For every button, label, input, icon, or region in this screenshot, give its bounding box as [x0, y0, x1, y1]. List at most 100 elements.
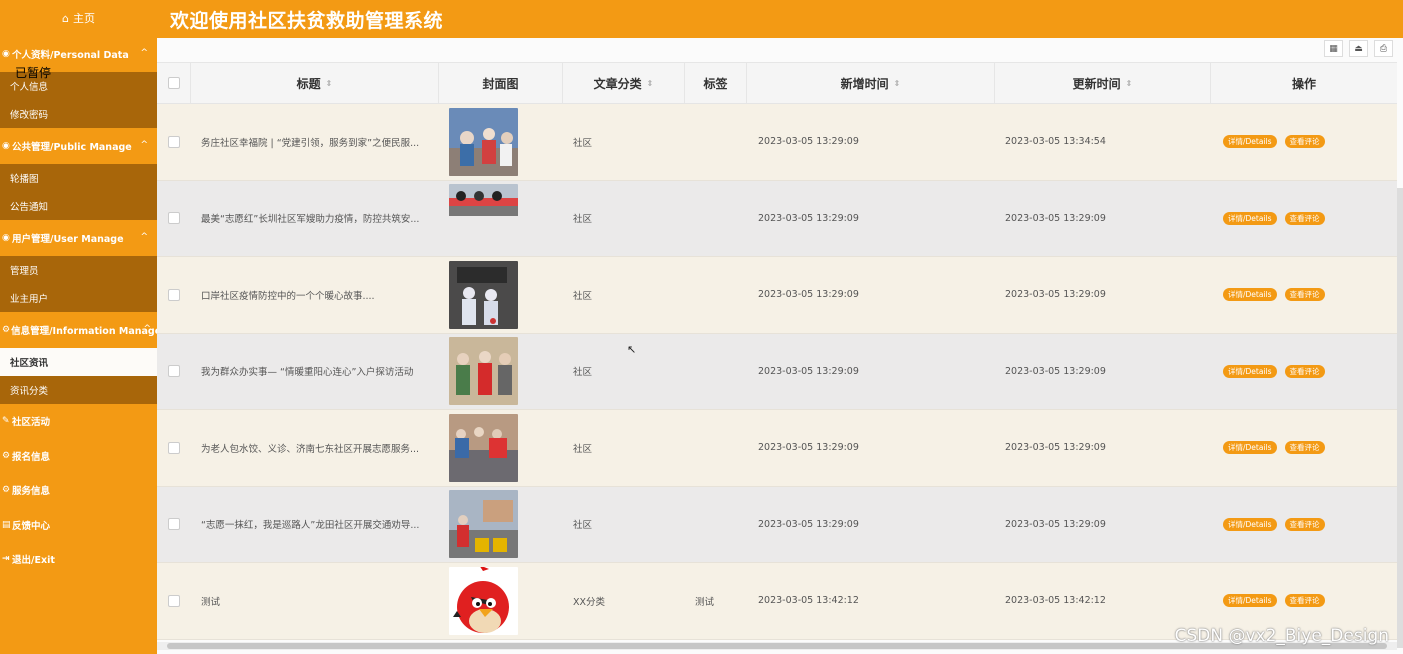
- sidebar-item-registration[interactable]: ⚙ 报名信息: [0, 439, 157, 474]
- row-checkbox[interactable]: [168, 441, 180, 454]
- cover-image: [449, 107, 518, 176]
- sidebar-item-activities[interactable]: ✎ 社区活动: [0, 404, 157, 439]
- table-row[interactable]: “志愿一抹红，我是巡路人”龙田社区开展交通劝导... 社区 2023-03-05 1…: [157, 486, 1397, 563]
- details-button[interactable]: 详情/Details: [1223, 441, 1277, 455]
- row-cover: [439, 563, 563, 639]
- row-checkbox[interactable]: [168, 288, 180, 301]
- cover-image: [449, 490, 518, 559]
- sidebar-item-carousel[interactable]: 轮播图: [0, 164, 157, 192]
- row-created-time: 2023-03-05 13:29:09: [758, 289, 859, 301]
- col-updated[interactable]: 更新时间 ⇕: [995, 63, 1211, 103]
- table-row[interactable]: 口岸社区疫情防控中的一个个暖心故事.... 社区 2023-03-05 13:29:…: [157, 257, 1397, 334]
- row-check-cell: [157, 563, 191, 639]
- col-tag: 标签: [685, 63, 747, 103]
- row-actions: 详情/Details 查看评论: [1211, 487, 1397, 563]
- export-icon[interactable]: ⏏: [1349, 40, 1368, 57]
- col-cover: 封面图: [439, 63, 563, 103]
- row-checkbox[interactable]: [168, 135, 180, 148]
- details-button[interactable]: 详情/Details: [1223, 135, 1277, 149]
- table-row[interactable]: 最美“志愿红”长圳社区军嫂助力疫情，防控共筑安... 社区 2023-03-05 1…: [157, 180, 1397, 257]
- row-category: 社区: [573, 290, 593, 302]
- row-check-cell: [157, 487, 191, 563]
- details-button[interactable]: 详情/Details: [1223, 288, 1277, 302]
- select-all-checkbox[interactable]: [167, 77, 180, 89]
- sidebar-item-services[interactable]: ⚙ 服务信息: [0, 473, 157, 508]
- table-row[interactable]: 务庄社区幸福院 | “党建引领，服务到家”之便民服... 社区 2023-03-05…: [157, 104, 1397, 181]
- details-button[interactable]: 详情/Details: [1223, 211, 1277, 225]
- table-row[interactable]: 为老人包水饺、义诊、济南七东社区开展志愿服务... 社区 2023-03-05 13…: [157, 410, 1397, 487]
- sidebar-item-notice[interactable]: 公告通知: [0, 192, 157, 220]
- print-icon[interactable]: ⎙: [1374, 40, 1393, 57]
- row-check-cell: [157, 104, 191, 180]
- row-actions: 详情/Details 查看评论: [1211, 334, 1397, 410]
- sort-icon: ⇕: [325, 78, 333, 88]
- sidebar-item-feedback[interactable]: ▤ 反馈中心: [0, 508, 157, 543]
- submenu-users: 管理员 业主用户: [0, 256, 157, 312]
- sidebar-item-owner-users[interactable]: 业主用户: [0, 284, 157, 312]
- view-comments-button[interactable]: 查看评论: [1284, 517, 1325, 531]
- sort-icon: ⇕: [646, 78, 654, 88]
- table-header: 标题 ⇕ 封面图 文章分类 ⇕ 标签 新增时间 ⇕ 更新时间 ⇕ 操作: [157, 62, 1397, 104]
- view-comments-button[interactable]: 查看评论: [1284, 594, 1325, 608]
- col-title[interactable]: 标题 ⇕: [191, 63, 439, 103]
- vertical-scrollbar[interactable]: [1397, 188, 1403, 648]
- gear-icon: ⚙: [2, 485, 11, 496]
- view-comments-button[interactable]: 查看评论: [1284, 441, 1325, 455]
- row-tag: [685, 410, 747, 486]
- cover-image: [449, 337, 518, 406]
- row-cover: [439, 181, 563, 257]
- view-comments-button[interactable]: 查看评论: [1284, 211, 1325, 225]
- exit-icon: ⇥: [2, 554, 10, 565]
- home-label: 主页: [72, 12, 95, 25]
- row-checkbox[interactable]: [168, 365, 180, 378]
- gear-icon: ⚙: [2, 325, 11, 335]
- row-checkbox[interactable]: [168, 212, 180, 225]
- row-updated-time: 2023-03-05 13:29:09: [1005, 289, 1106, 301]
- row-tag: 测试: [695, 596, 715, 608]
- row-cover: [439, 410, 563, 486]
- user-icon: ◉: [2, 49, 10, 59]
- menu-group-users[interactable]: ◉ 用户管理/User Manage ^: [0, 220, 157, 256]
- col-created[interactable]: 新增时间 ⇕: [747, 63, 995, 103]
- details-button[interactable]: 详情/Details: [1223, 517, 1277, 531]
- row-category: 社区: [573, 137, 593, 149]
- view-comments-button[interactable]: 查看评论: [1284, 135, 1325, 149]
- users-icon: ◉: [2, 233, 10, 243]
- row-tag: [685, 104, 747, 180]
- sidebar: ⌂ 主页 ◉ 个人资料/Personal Data ^ 个人信息 修改密码 ◉ …: [0, 0, 161, 654]
- cover-image: [449, 413, 518, 482]
- row-checkbox[interactable]: [168, 594, 180, 607]
- row-checkbox[interactable]: [168, 518, 180, 531]
- col-category[interactable]: 文章分类 ⇕: [563, 63, 685, 103]
- view-comments-button[interactable]: 查看评论: [1284, 288, 1325, 302]
- table-row[interactable]: 我为群众办实事— “情暖重阳心连心”入户探访活动 社区 2023-03-05 13:…: [157, 333, 1397, 410]
- view-comments-button[interactable]: 查看评论: [1284, 364, 1325, 378]
- sidebar-item-admin[interactable]: 管理员: [0, 256, 157, 284]
- grid-icon[interactable]: ▦: [1324, 40, 1343, 57]
- row-tag: [685, 257, 747, 333]
- row-category: 社区: [573, 214, 593, 226]
- menu-group-public[interactable]: ◉ 公共管理/Public Manage ^: [0, 128, 157, 164]
- row-title: 口岸社区疫情防控中的一个个暖心故事....: [201, 290, 375, 302]
- sidebar-item-exit[interactable]: ⇥ 退出/Exit: [0, 542, 157, 577]
- menu-group-information[interactable]: ⚙ 信息管理/Information Manage ^: [0, 312, 161, 348]
- row-created-time: 2023-03-05 13:29:09: [758, 365, 859, 377]
- row-title: “志愿一抹红，我是巡路人”龙田社区开展交通劝导...: [201, 520, 420, 532]
- row-actions: 详情/Details 查看评论: [1211, 410, 1397, 486]
- sidebar-item-news-category[interactable]: 资讯分类: [0, 376, 157, 404]
- sidebar-item-change-password[interactable]: 修改密码: [0, 100, 157, 128]
- row-tag: [685, 334, 747, 410]
- row-actions: 详情/Details 查看评论: [1211, 257, 1397, 333]
- row-category: 社区: [573, 520, 593, 532]
- row-title: 测试: [201, 596, 221, 608]
- main-content: ▦ ⏏ ⎙ 标题 ⇕ 封面图 文章分类 ⇕ 标签 新增时间 ⇕ 更新时间 ⇕ 操作 务庄…: [157, 38, 1403, 654]
- row-cover: [439, 487, 563, 563]
- sidebar-item-community-news[interactable]: 社区资讯: [0, 348, 157, 376]
- details-button[interactable]: 详情/Details: [1223, 594, 1277, 608]
- row-check-cell: [157, 334, 191, 410]
- chevron-up-icon: ^: [140, 48, 148, 58]
- details-button[interactable]: 详情/Details: [1223, 364, 1277, 378]
- cover-image: [449, 260, 518, 329]
- select-all-cell: [157, 63, 191, 103]
- home-link[interactable]: ⌂ 主页: [0, 0, 157, 36]
